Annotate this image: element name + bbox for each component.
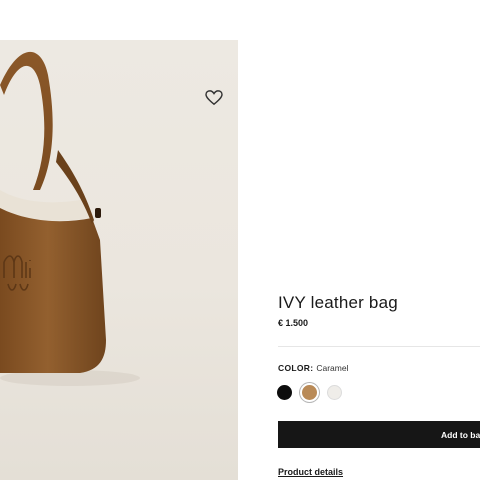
product-details-link[interactable]: Product details [278,467,343,477]
color-selector-label: COLOR: Caramel [278,363,348,373]
swatch-caramel[interactable] [302,385,317,400]
product-title: IVY leather bag [278,293,398,312]
swatch-black[interactable] [277,385,292,400]
add-to-bag-button[interactable]: Add to ba [278,421,480,448]
product-image[interactable] [0,40,238,480]
swatch-white[interactable] [327,385,342,400]
bag-illustration [0,51,140,386]
color-value: Caramel [316,363,349,373]
product-price: € 1.500 [278,318,309,328]
heart-icon[interactable] [205,90,223,106]
divider [278,346,480,347]
color-label: COLOR: [278,363,314,373]
